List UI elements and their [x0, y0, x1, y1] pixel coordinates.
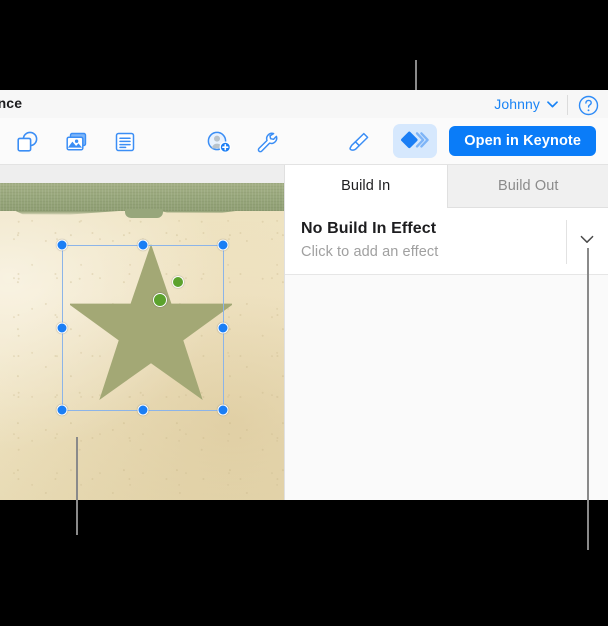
toolbar: Open in Keynote: [0, 118, 608, 165]
effect-title: No Build In Effect: [301, 220, 437, 237]
resize-handle-bottom-left[interactable]: [56, 404, 68, 416]
toolbar-button-format[interactable]: [252, 129, 282, 155]
wrench-icon: [257, 132, 278, 153]
question-mark-circle-icon: [578, 95, 599, 116]
document-title: ssance: [0, 95, 23, 111]
effect-subtitle: Click to add an effect: [301, 244, 439, 260]
app-window: ssance Johnny: [0, 90, 608, 500]
slide-canvas[interactable]: [0, 165, 284, 500]
resize-handle-bottom-right[interactable]: [217, 404, 229, 416]
toolbar-button-media[interactable]: [62, 129, 92, 155]
toolbar-button-animate[interactable]: [393, 124, 437, 158]
help-button[interactable]: [578, 95, 599, 116]
toolbar-button-comment[interactable]: [204, 129, 234, 155]
resize-handle-top-left[interactable]: [56, 239, 68, 251]
resize-handle-middle-left[interactable]: [56, 322, 68, 334]
media-image-icon: [66, 132, 87, 151]
paintbrush-icon: [349, 132, 369, 151]
selection-frame: [56, 239, 229, 416]
resize-handle-middle-right[interactable]: [217, 322, 229, 334]
screenshot-stage: ssance Johnny: [0, 0, 608, 626]
tab-build-out[interactable]: Build Out: [446, 165, 608, 208]
tab-build-in[interactable]: Build In: [285, 165, 447, 208]
panel-empty-body: [285, 275, 608, 500]
title-bar: ssance Johnny: [0, 90, 608, 118]
chevron-down-icon: [580, 235, 594, 243]
resize-handle-top-center[interactable]: [137, 239, 149, 251]
toolbar-button-shape[interactable]: [12, 129, 42, 155]
shape-icon: [17, 131, 38, 152]
shape-adjust-handle-inner[interactable]: [153, 293, 167, 307]
add-comment-icon: [207, 131, 232, 153]
animate-icon: [401, 131, 429, 149]
open-in-keynote-button[interactable]: Open in Keynote: [449, 126, 596, 156]
toolbar-button-text[interactable]: [110, 129, 140, 155]
build-in-effect-row[interactable]: No Build In Effect Click to add an effec…: [285, 208, 608, 275]
cloth-band: [0, 183, 284, 211]
resize-handle-top-right[interactable]: [217, 239, 229, 251]
account-menu[interactable]: Johnny: [494, 96, 558, 112]
text-box-icon: [115, 132, 135, 152]
chevron-down-icon: [547, 100, 558, 107]
effect-popup-button[interactable]: [579, 232, 595, 243]
account-name: Johnny: [494, 96, 540, 112]
toolbar-button-paintbrush[interactable]: [344, 129, 374, 155]
panel-tabs: Build In Build Out: [285, 165, 608, 208]
inspector-panel: Build In Build Out No Build In Effect Cl…: [284, 165, 608, 500]
callout-leader-effect: [587, 248, 589, 550]
resize-handle-bottom-center[interactable]: [137, 404, 149, 416]
titlebar-divider: [567, 95, 568, 115]
cloth-notch: [125, 209, 163, 218]
callout-leader-shape: [76, 437, 78, 535]
effect-row-divider: [566, 220, 567, 264]
shape-adjust-handle-outer[interactable]: [172, 276, 184, 288]
